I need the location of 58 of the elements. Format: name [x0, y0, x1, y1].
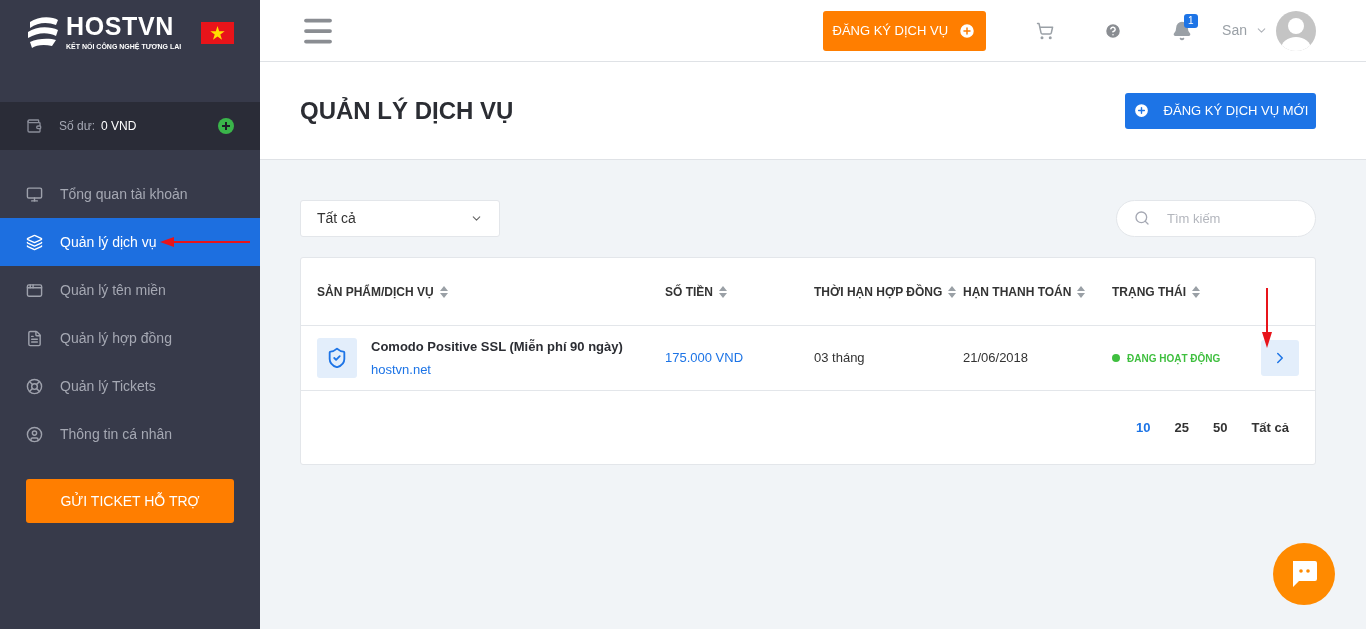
- page-size-option[interactable]: 25: [1174, 417, 1189, 438]
- monitor-icon: [26, 185, 43, 203]
- search-icon: [1134, 210, 1150, 226]
- sort-icon[interactable]: [1077, 285, 1086, 298]
- amount-cell-text: 175.000 VND: [665, 349, 745, 368]
- wallet-icon: [26, 118, 42, 134]
- product-name: Comodo Positive SSL (Miễn phí 90 ngày): [371, 337, 623, 356]
- page-size-option[interactable]: Tất cả: [1251, 417, 1289, 438]
- new-service-button[interactable]: ĐĂNG KÝ DỊCH VỤ MỚI: [1125, 92, 1316, 129]
- support-ticket-button[interactable]: GỬI TICKET HỖ TRỢ: [26, 479, 234, 523]
- plus-icon: [221, 121, 231, 131]
- filter-dropdown[interactable]: Tất cả: [300, 200, 500, 237]
- cart-icon[interactable]: [1036, 21, 1055, 40]
- arrow-icon: [160, 237, 250, 247]
- page-title: QUẢN LÝ DỊCH VỤ: [300, 95, 514, 126]
- register-service-button[interactable]: ĐĂNG KÝ DỊCH VỤ: [822, 10, 987, 51]
- shield-check-icon: [326, 347, 348, 369]
- sidebar-item[interactable]: Quản lý dịch vụ: [0, 218, 260, 266]
- notification-badge: 1: [1184, 13, 1198, 28]
- sort-icon[interactable]: [719, 285, 727, 298]
- user-name[interactable]: San: [1222, 20, 1247, 41]
- sort-icon[interactable]: [439, 285, 448, 298]
- page-size-option[interactable]: 10: [1136, 417, 1151, 438]
- logo-name: HOSTVN: [66, 14, 175, 39]
- column-header[interactable]: HẠN THANH TOÁN: [963, 282, 1072, 301]
- search-field[interactable]: Tìm kiếm: [1116, 200, 1316, 237]
- column-header[interactable]: THỜI HẠN HỢP ĐỒNG: [814, 282, 943, 301]
- document-icon: [26, 329, 43, 347]
- domain-link[interactable]: hostvn.net: [371, 360, 623, 380]
- lifebuoy-icon: [26, 377, 43, 395]
- sidebar-item[interactable]: Quản lý hợp đồng: [0, 314, 260, 362]
- sidebar-item[interactable]: Quản lý tên miền: [0, 266, 260, 314]
- term-cell-text: 03 tháng: [814, 349, 866, 368]
- add-funds-button[interactable]: [218, 118, 234, 134]
- layers-icon: [26, 233, 43, 251]
- avatar-icon[interactable]: [1276, 10, 1316, 51]
- help-icon[interactable]: [1104, 21, 1123, 40]
- balance-value: 0 VND: [101, 118, 137, 135]
- details-button[interactable]: [1261, 340, 1299, 376]
- browser-window-icon: [26, 281, 43, 299]
- arrow-icon: [1262, 288, 1272, 348]
- column-header[interactable]: TRẠNG THÁI: [1112, 282, 1186, 301]
- sort-icon[interactable]: [1192, 285, 1200, 298]
- user-icon: [26, 425, 43, 443]
- sidebar-item[interactable]: Quản lý Tickets: [0, 362, 260, 410]
- flag-icon: [201, 22, 234, 44]
- due-date-cell-text: 21/06/2018: [963, 349, 1030, 368]
- sidebar-item[interactable]: Tổng quan tài khoản: [0, 170, 260, 218]
- sidebar-item[interactable]: Thông tin cá nhân: [0, 410, 260, 458]
- page-size-option[interactable]: 50: [1212, 417, 1228, 438]
- balance-label: Số dư:: [59, 118, 96, 135]
- status-label: ĐANG HOẠT ĐỘNG: [1127, 351, 1221, 366]
- column-header[interactable]: SẢN PHẨM/DỊCH VỤ: [317, 282, 434, 301]
- sort-icon[interactable]: [948, 285, 957, 298]
- logo-icon: [26, 14, 60, 50]
- column-header[interactable]: SỐ TIỀN: [665, 282, 713, 301]
- plus-icon: [958, 21, 977, 40]
- plus-icon: [1132, 102, 1150, 119]
